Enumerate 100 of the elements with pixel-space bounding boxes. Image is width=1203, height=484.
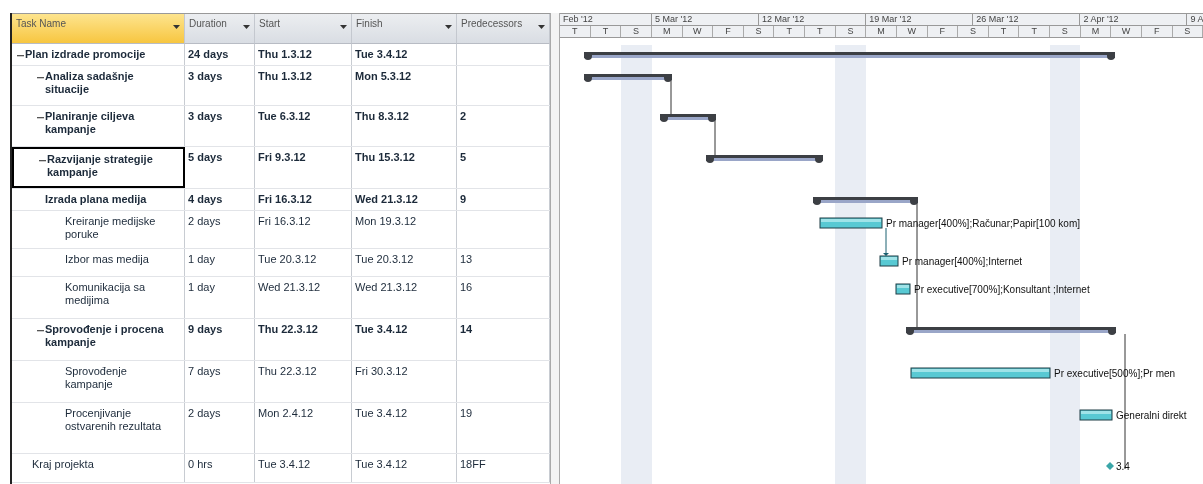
task-name-cell[interactable]: Kraj projekta	[12, 454, 185, 482]
resource-label: 3.4	[1116, 461, 1130, 472]
duration-cell: 3 days	[185, 106, 255, 146]
timescale-label: 2 Apr '12	[1080, 14, 1188, 25]
task-name-cell[interactable]: Procenjivanje ostvarenih rezultata	[12, 403, 185, 453]
task-name-cell[interactable]: Sprovođenje kampanje	[12, 361, 185, 402]
dependency-line	[670, 79, 672, 116]
duration-cell: 1 day	[185, 249, 255, 276]
duration-cell: 0 hrs	[185, 454, 255, 482]
finish-cell: Thu 8.3.12	[352, 106, 457, 146]
task-name-cell[interactable]: Sprovođenje i procena kampanje	[12, 319, 185, 360]
finish-cell: Fri 30.3.12	[352, 361, 457, 402]
resource-label: Pr manager[400%];Internet	[902, 256, 1023, 267]
task-name-cell[interactable]: Razvijanje strategije kampanje	[12, 147, 185, 188]
dependency-arrow	[883, 227, 889, 256]
summary-bar[interactable]	[706, 155, 823, 163]
column-header[interactable]: Predecessors	[457, 14, 550, 44]
finish-cell: Mon 19.3.12	[352, 211, 457, 248]
caret-icon[interactable]	[173, 25, 180, 30]
milestone-icon[interactable]	[1106, 462, 1114, 470]
duration-cell: 3 days	[185, 66, 255, 105]
column-header[interactable]: Finish	[352, 14, 457, 44]
task-name-cell[interactable]: Izbor mas medija	[12, 249, 185, 276]
start-cell: Thu 1.3.12	[255, 44, 352, 65]
task-name: Analiza sadašnje situacije	[45, 70, 135, 96]
caret-icon[interactable]	[445, 25, 452, 30]
summary-bar[interactable]	[584, 52, 1115, 60]
task-name: Izbor mas medija	[65, 253, 149, 266]
task-name-cell[interactable]: Planiranje ciljeva kampanje	[12, 106, 185, 146]
duration-cell: 2 days	[185, 211, 255, 248]
day-label: S	[835, 26, 867, 37]
start-cell: Tue 6.3.12	[255, 106, 352, 146]
task-name: Kraj projekta	[32, 458, 94, 471]
timescale-label: 5 Mar '12	[652, 14, 760, 25]
day-label: W	[682, 26, 714, 37]
day-label: S	[958, 26, 989, 37]
task-bar[interactable]	[1079, 409, 1113, 421]
caret-icon[interactable]	[243, 25, 250, 30]
day-label: M	[866, 26, 897, 37]
task-name: Sprovođenje i procena kampanje	[45, 323, 165, 349]
task-name-cell[interactable]: Komunikacija sa medijima	[12, 277, 185, 318]
summary-bar[interactable]	[813, 197, 918, 205]
duration-cell: 24 days	[185, 44, 255, 65]
day-label: M	[1080, 26, 1112, 37]
resource-label: Pr manager[400%];Računar;Papir[100 kom]	[886, 218, 1080, 229]
day-label: F	[927, 26, 959, 37]
collapse-icon[interactable]	[36, 74, 44, 81]
column-header[interactable]: Task Name	[12, 14, 185, 44]
dependency-line	[714, 119, 716, 157]
start-cell: Mon 2.4.12	[255, 403, 352, 453]
finish-cell: Tue 3.4.12	[352, 454, 457, 482]
task-name: Planiranje ciljeva kampanje	[45, 110, 136, 136]
task-bar[interactable]	[910, 367, 1051, 379]
finish-cell: Thu 15.3.12	[352, 147, 457, 188]
finish-cell: Wed 21.3.12	[352, 189, 457, 210]
timescale-label: 26 Mar '12	[973, 14, 1081, 25]
start-cell: Thu 22.3.12	[255, 361, 352, 402]
day-label: F	[1141, 26, 1173, 37]
task-name: Procenjivanje ostvarenih rezultata	[65, 407, 162, 433]
task-name-cell[interactable]: Plan izdrade promocije	[12, 44, 185, 65]
timescale-label: 12 Mar '12	[759, 14, 867, 25]
finish-cell: Wed 21.3.12	[352, 277, 457, 318]
finish-cell: Tue 20.3.12	[352, 249, 457, 276]
day-label: S	[621, 26, 652, 37]
day-label: W	[896, 26, 928, 37]
task-name: Sprovođenje kampanje	[65, 365, 128, 391]
task-name: Plan izdrade promocije	[25, 48, 146, 61]
task-name: Izrada plana medija	[45, 193, 147, 206]
day-label: T	[805, 26, 836, 37]
resource-label: Generalni direkt	[1116, 410, 1187, 421]
summary-bar[interactable]	[906, 327, 1116, 335]
caret-icon[interactable]	[538, 25, 545, 30]
start-cell: Tue 20.3.12	[255, 249, 352, 276]
timescale-label: Feb '12	[560, 14, 652, 25]
task-name-cell[interactable]: Kreiranje medijske poruke	[12, 211, 185, 248]
day-label: T	[1019, 26, 1050, 37]
task-bar[interactable]	[895, 283, 911, 295]
task-name-cell[interactable]: Izrada plana medija	[12, 189, 185, 210]
task-name: Razvijanje strategije kampanje	[47, 153, 154, 179]
task-bar[interactable]	[819, 217, 883, 229]
collapse-icon[interactable]	[36, 114, 44, 121]
summary-bar[interactable]	[584, 74, 672, 82]
resource-label: Pr executive[700%];Konsultant ;Internet	[914, 284, 1090, 295]
duration-cell: 4 days	[185, 189, 255, 210]
column-header[interactable]: Start	[255, 14, 352, 44]
collapse-icon[interactable]	[36, 327, 44, 334]
column-header[interactable]: Duration	[185, 14, 255, 44]
start-cell: Thu 1.3.12	[255, 66, 352, 105]
task-name: Kreiranje medijske poruke	[65, 215, 157, 241]
day-label: M	[651, 26, 683, 37]
duration-cell: 1 day	[185, 277, 255, 318]
collapse-icon[interactable]	[38, 157, 46, 164]
task-name-cell[interactable]: Analiza sadašnje situacije	[12, 66, 185, 105]
caret-icon[interactable]	[340, 25, 347, 30]
summary-bar[interactable]	[660, 114, 716, 122]
day-label: T	[988, 26, 1020, 37]
collapse-icon[interactable]	[16, 52, 24, 59]
duration-cell: 5 days	[185, 147, 255, 188]
start-cell: Tue 3.4.12	[255, 454, 352, 482]
task-bar[interactable]	[879, 255, 899, 267]
